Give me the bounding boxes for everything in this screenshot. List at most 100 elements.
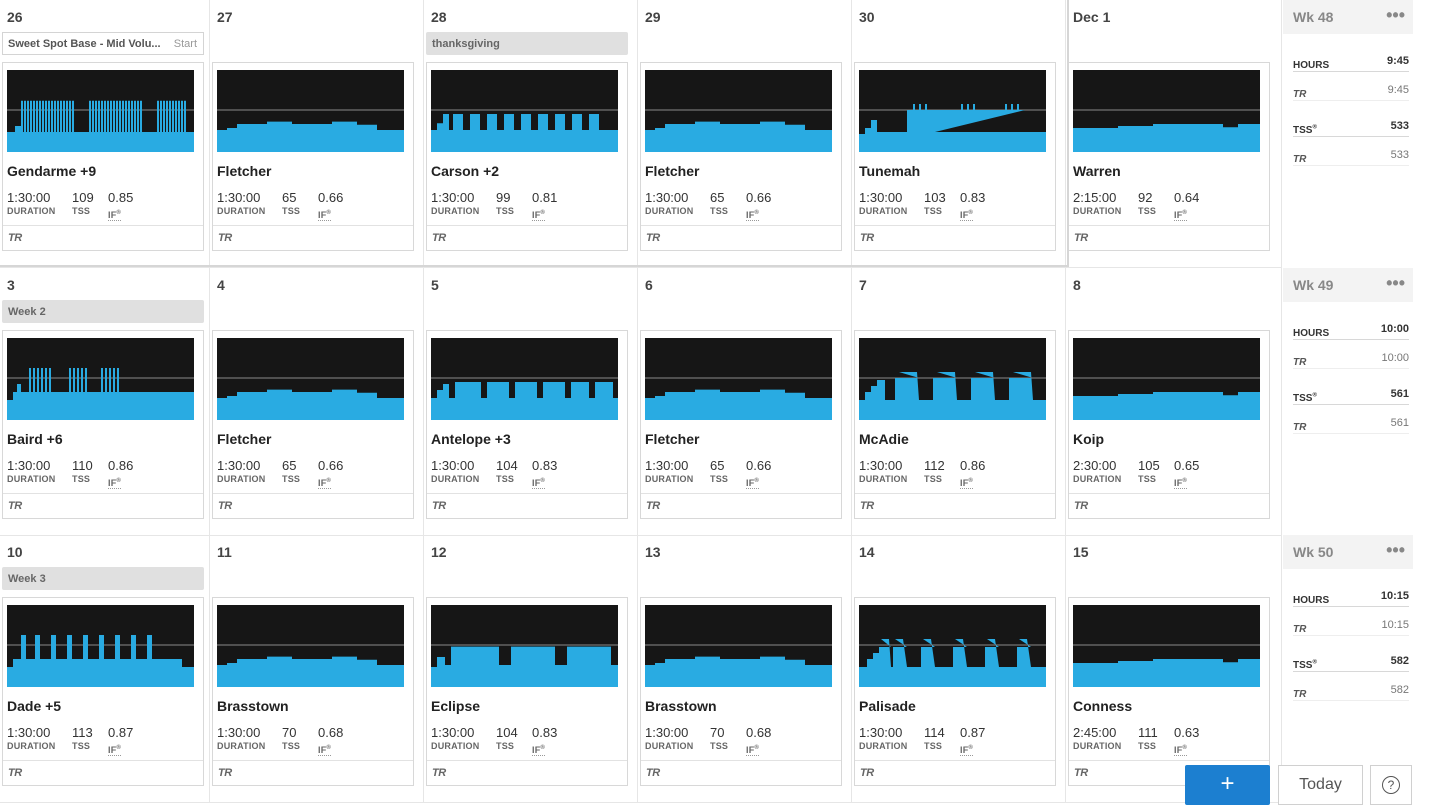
day-cell[interactable]: 12 Eclipse 1:30:00 DURATION 104 TSS 0.83 IF…	[424, 535, 638, 803]
week-label: Wk 50	[1293, 544, 1334, 560]
if-label[interactable]: IF®	[108, 478, 122, 489]
workout-card[interactable]: Fletcher 1:30:00 DURATION 65 TSS 0.66 IF® T…	[212, 62, 414, 251]
day-note[interactable]: thanksgiving	[426, 32, 628, 55]
tss-value: 70	[710, 725, 725, 740]
if-stat: 0.83 IF®	[532, 458, 557, 491]
tss-label: TSS	[282, 206, 301, 216]
tr-logo-icon: TR	[1293, 89, 1307, 100]
workout-graph	[645, 338, 832, 420]
day-cell[interactable]: Dec 1 Warren 2:15:00 DURATION 92 TSS 0.64 I…	[1066, 0, 1282, 268]
day-cell[interactable]: 8 Koip 2:30:00 DURATION 105 TSS 0.65 IF® TR	[1066, 268, 1282, 536]
help-button[interactable]: ?	[1370, 765, 1412, 805]
more-options-icon[interactable]: •••	[1386, 273, 1405, 294]
trainerroad-logo-icon: TR	[8, 767, 22, 779]
if-label[interactable]: IF®	[532, 745, 546, 756]
day-cell[interactable]: 27 Fletcher 1:30:00 DURATION 65 TSS 0.66 IF…	[210, 0, 424, 268]
day-cell[interactable]: 15 Conness 2:45:00 DURATION 111 TSS 0.63 IF…	[1066, 535, 1282, 803]
tr-tss-value: 533	[1390, 149, 1409, 161]
day-cell[interactable]: 11 Brasstown 1:30:00 DURATION 70 TSS 0.68 I…	[210, 535, 424, 803]
workout-card[interactable]: Carson +2 1:30:00 DURATION 99 TSS 0.81 IF® …	[426, 62, 628, 251]
if-label[interactable]: IF®	[746, 478, 760, 489]
day-note[interactable]: Week 2	[2, 300, 204, 323]
card-footer: TR	[427, 225, 627, 251]
workout-card[interactable]: Eclipse 1:30:00 DURATION 104 TSS 0.83 IF® T…	[426, 597, 628, 786]
workout-card[interactable]: Fletcher 1:30:00 DURATION 65 TSS 0.66 IF® T…	[640, 62, 842, 251]
more-options-icon[interactable]: •••	[1386, 540, 1405, 561]
workout-graph	[217, 605, 404, 687]
day-cell[interactable]: 5 Antelope +3 1:30:00 DURATION 104 TSS 0.8…	[424, 268, 638, 536]
workout-card[interactable]: Fletcher 1:30:00 DURATION 65 TSS 0.66 IF® T…	[640, 330, 842, 519]
tss-stat: 104 TSS	[496, 458, 518, 484]
day-cell[interactable]: 10 Week 3 Dade +5 1:30:00 DURATION 113 TSS …	[0, 535, 210, 803]
day-cell[interactable]: 3 Week 2 Baird +6 1:30:00 DURATION 110 TSS …	[0, 268, 210, 536]
if-label[interactable]: IF®	[532, 478, 546, 489]
workout-card[interactable]: Tunemah 1:30:00 DURATION 103 TSS 0.83 IF® T…	[854, 62, 1056, 251]
workout-card[interactable]: Brasstown 1:30:00 DURATION 70 TSS 0.68 IF® …	[640, 597, 842, 786]
if-label[interactable]: IF®	[746, 210, 760, 221]
workout-card[interactable]: Gendarme +9 1:30:00 DURATION 109 TSS 0.85 I…	[2, 62, 204, 251]
if-label[interactable]: IF®	[746, 745, 760, 756]
duration-stat: 2:45:00 DURATION	[1073, 725, 1121, 751]
duration-stat: 1:30:00 DURATION	[7, 190, 55, 216]
workout-card[interactable]: Fletcher 1:30:00 DURATION 65 TSS 0.66 IF® T…	[212, 330, 414, 519]
tss-stat: 109 TSS	[72, 190, 94, 216]
day-cell[interactable]: 26 Sweet Spot Base - Mid Volu... Start Gen…	[0, 0, 210, 268]
if-label[interactable]: IF®	[1174, 210, 1188, 221]
if-label[interactable]: IF®	[318, 745, 332, 756]
more-options-icon[interactable]: •••	[1386, 5, 1405, 26]
day-cell[interactable]: 28 thanksgiving Carson +2 1:30:00 DURATION…	[424, 0, 638, 268]
duration-value: 1:30:00	[645, 458, 689, 473]
day-cell[interactable]: 14 Palisade 1:30:00 DURATION 114 TSS 0.87 I…	[852, 535, 1066, 803]
workout-card[interactable]: Palisade 1:30:00 DURATION 114 TSS 0.87 IF® …	[854, 597, 1056, 786]
workout-name: Carson +2	[431, 163, 500, 179]
if-label[interactable]: IF®	[318, 210, 332, 221]
workout-card[interactable]: Warren 2:15:00 DURATION 92 TSS 0.64 IF® TR	[1068, 62, 1270, 251]
tr-logo-icon: TR	[1293, 154, 1307, 165]
workout-card[interactable]: Dade +5 1:30:00 DURATION 113 TSS 0.87 IF® T…	[2, 597, 204, 786]
training-plan-bar[interactable]: Sweet Spot Base - Mid Volu... Start	[2, 32, 204, 55]
tss-summary-label: TSS®	[1293, 659, 1317, 671]
if-label[interactable]: IF®	[960, 210, 974, 221]
if-label[interactable]: IF®	[960, 478, 974, 489]
tss-row: TSS® 561	[1293, 388, 1409, 405]
if-label[interactable]: IF®	[960, 745, 974, 756]
day-cell[interactable]: 7 McAdie 1:30:00 DURATION 112 TSS 0.86 IF® …	[852, 268, 1066, 536]
today-button[interactable]: Today	[1278, 765, 1363, 805]
tr-tss-value: 582	[1390, 684, 1409, 696]
if-label[interactable]: IF®	[108, 210, 122, 221]
workout-card[interactable]: Antelope +3 1:30:00 DURATION 104 TSS 0.83 I…	[426, 330, 628, 519]
tss-label: TSS	[710, 206, 729, 216]
tr-hours-row: TR 9:45	[1293, 84, 1409, 101]
day-cell[interactable]: 6 Fletcher 1:30:00 DURATION 65 TSS 0.66 IF®…	[638, 268, 852, 536]
day-cell[interactable]: 29 Fletcher 1:30:00 DURATION 65 TSS 0.66 IF…	[638, 0, 852, 268]
day-cell[interactable]: 30 Tunemah 1:30:00 DURATION 103 TSS 0.83 IF…	[852, 0, 1066, 268]
duration-value: 1:30:00	[859, 458, 903, 473]
duration-stat: 2:30:00 DURATION	[1073, 458, 1121, 484]
help-icon: ?	[1382, 776, 1400, 794]
day-cell[interactable]: 13 Brasstown 1:30:00 DURATION 70 TSS 0.68 I…	[638, 535, 852, 803]
add-workout-button[interactable]: +	[1185, 765, 1270, 805]
workout-card[interactable]: Conness 2:45:00 DURATION 111 TSS 0.63 IF® T…	[1068, 597, 1270, 786]
trainerroad-logo-icon: TR	[860, 500, 874, 512]
duration-stat: 1:30:00 DURATION	[859, 725, 907, 751]
workout-card[interactable]: Brasstown 1:30:00 DURATION 70 TSS 0.68 IF® …	[212, 597, 414, 786]
day-note[interactable]: Week 3	[2, 567, 204, 590]
if-label[interactable]: IF®	[108, 745, 122, 756]
if-label[interactable]: IF®	[318, 478, 332, 489]
duration-label: DURATION	[859, 741, 908, 751]
workout-graph	[645, 605, 832, 687]
day-cell[interactable]: 4 Fletcher 1:30:00 DURATION 65 TSS 0.66 IF®…	[210, 268, 424, 536]
day-number: 8	[1073, 277, 1081, 293]
if-stat: 0.68 IF®	[318, 725, 343, 758]
tss-label: TSS	[496, 741, 515, 751]
if-value: 0.83	[532, 725, 558, 740]
workout-card[interactable]: Koip 2:30:00 DURATION 105 TSS 0.65 IF® TR	[1068, 330, 1270, 519]
if-label[interactable]: IF®	[532, 210, 546, 221]
if-label[interactable]: IF®	[1174, 745, 1188, 756]
tss-value: 114	[924, 725, 945, 740]
workout-card[interactable]: Baird +6 1:30:00 DURATION 110 TSS 0.86 IF® …	[2, 330, 204, 519]
start-plan-link[interactable]: Start	[169, 38, 197, 50]
if-label[interactable]: IF®	[1174, 478, 1188, 489]
if-stat: 0.85 IF®	[108, 190, 133, 223]
workout-card[interactable]: McAdie 1:30:00 DURATION 112 TSS 0.86 IF® TR	[854, 330, 1056, 519]
